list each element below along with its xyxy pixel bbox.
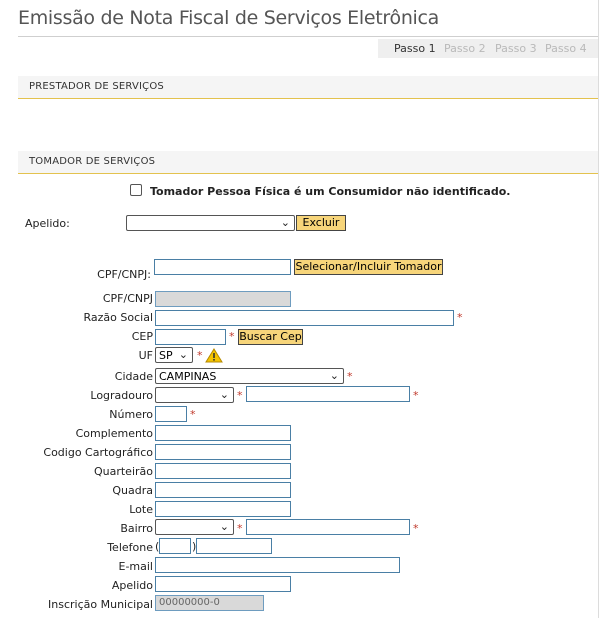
codigo-cartografico-label: Codigo Cartográfico <box>43 446 153 459</box>
complemento-field[interactable] <box>155 425 291 441</box>
cpf-cnpj-search-input[interactable] <box>154 259 291 275</box>
required-marker: * <box>413 522 419 535</box>
email-field[interactable] <box>155 557 400 573</box>
required-marker: * <box>197 349 203 362</box>
required-marker: * <box>413 389 419 402</box>
inscricao-municipal-value: 00000000-0 <box>159 597 220 608</box>
apelido-select[interactable]: ⌄ <box>126 215 295 231</box>
apelido-field[interactable] <box>155 576 291 592</box>
section-prestador: PRESTADOR DE SERVIÇOS <box>18 76 598 99</box>
numero-label: Número <box>109 408 153 421</box>
required-marker: * <box>237 389 243 402</box>
apelido-label: Apelido <box>111 579 153 592</box>
required-marker: * <box>237 522 243 535</box>
section-tomador-title: TOMADOR DE SERVIÇOS <box>29 156 156 167</box>
page-right-border <box>598 0 599 618</box>
quadra-label: Quadra <box>112 484 153 497</box>
cpf-cnpj-field[interactable] <box>155 291 291 307</box>
lote-label: Lote <box>129 503 153 516</box>
logradouro-label: Logradouro <box>90 389 153 402</box>
cep-label: CEP <box>131 330 153 343</box>
complemento-label: Complemento <box>75 427 153 440</box>
warning-icon <box>205 348 223 363</box>
quadra-field[interactable] <box>155 482 291 498</box>
selecionar-incluir-tomador-button[interactable]: Selecionar/Incluir Tomador <box>294 259 443 275</box>
step-2: Passo 2 <box>444 42 486 55</box>
cidade-select-value: CAMPINAS <box>159 370 217 383</box>
step-4: Passo 4 <box>545 42 587 55</box>
required-marker: * <box>347 370 353 383</box>
lote-field[interactable] <box>155 501 291 517</box>
required-marker: * <box>229 330 235 343</box>
email-label: E-mail <box>118 560 154 573</box>
quarteirao-field[interactable] <box>155 463 291 479</box>
chevron-down-icon: ⌄ <box>219 388 229 401</box>
quarteirao-label: Quarteirão <box>93 465 153 478</box>
chevron-down-icon: ⌄ <box>280 216 290 229</box>
section-tomador: TOMADOR DE SERVIÇOS <box>18 151 598 174</box>
inscricao-municipal-label: Inscrição Municipal <box>48 598 153 611</box>
telefone-ddd-field[interactable] <box>159 538 191 554</box>
cidade-select[interactable]: CAMPINAS ⌄ <box>155 368 344 384</box>
step-1: Passo 1 <box>394 42 436 55</box>
cep-field[interactable] <box>155 329 226 345</box>
cidade-label: Cidade <box>114 370 153 383</box>
required-marker: * <box>190 408 196 421</box>
uf-select-value: SP <box>159 349 173 362</box>
razao-social-field[interactable] <box>155 310 454 326</box>
bairro-field[interactable] <box>246 519 410 535</box>
numero-field[interactable] <box>155 406 187 422</box>
excluir-button[interactable]: Excluir <box>296 215 346 231</box>
logradouro-field[interactable] <box>246 386 410 402</box>
chevron-down-icon: ⌄ <box>219 520 229 533</box>
bairro-select[interactable]: ⌄ <box>155 519 234 535</box>
page-title: Emissão de Nota Fiscal de Serviços Eletr… <box>18 7 440 29</box>
telefone-number-field[interactable] <box>196 538 272 554</box>
codigo-cartografico-field[interactable] <box>155 444 291 460</box>
chevron-down-icon: ⌄ <box>329 369 339 382</box>
cpf-cnpj-search-label: CPF/CNPJ: <box>97 268 151 281</box>
logradouro-type-select[interactable]: ⌄ <box>155 387 234 403</box>
chevron-down-icon: ⌄ <box>178 348 188 361</box>
consumer-checkbox-label: Tomador Pessoa Física é um Consumidor nã… <box>150 185 511 198</box>
cpf-cnpj-label: CPF/CNPJ <box>102 292 153 305</box>
section-prestador-title: PRESTADOR DE SERVIÇOS <box>29 81 164 92</box>
uf-select[interactable]: SP ⌄ <box>155 347 193 363</box>
step-indicator: Passo 1 Passo 2 Passo 3 Passo 4 <box>378 39 598 58</box>
telefone-label: Telefone <box>107 541 153 554</box>
uf-label: UF <box>138 349 153 362</box>
razao-social-label: Razão Social <box>83 311 154 324</box>
consumer-checkbox[interactable] <box>130 184 142 196</box>
step-3: Passo 3 <box>495 42 537 55</box>
buscar-cep-button[interactable]: Buscar Cep <box>238 329 303 345</box>
inscricao-municipal-field[interactable]: 00000000-0 <box>155 595 264 611</box>
required-marker: * <box>457 311 463 324</box>
apelido-select-label: Apelido: <box>25 217 70 230</box>
title-divider <box>18 36 598 37</box>
bairro-label: Bairro <box>120 522 153 535</box>
